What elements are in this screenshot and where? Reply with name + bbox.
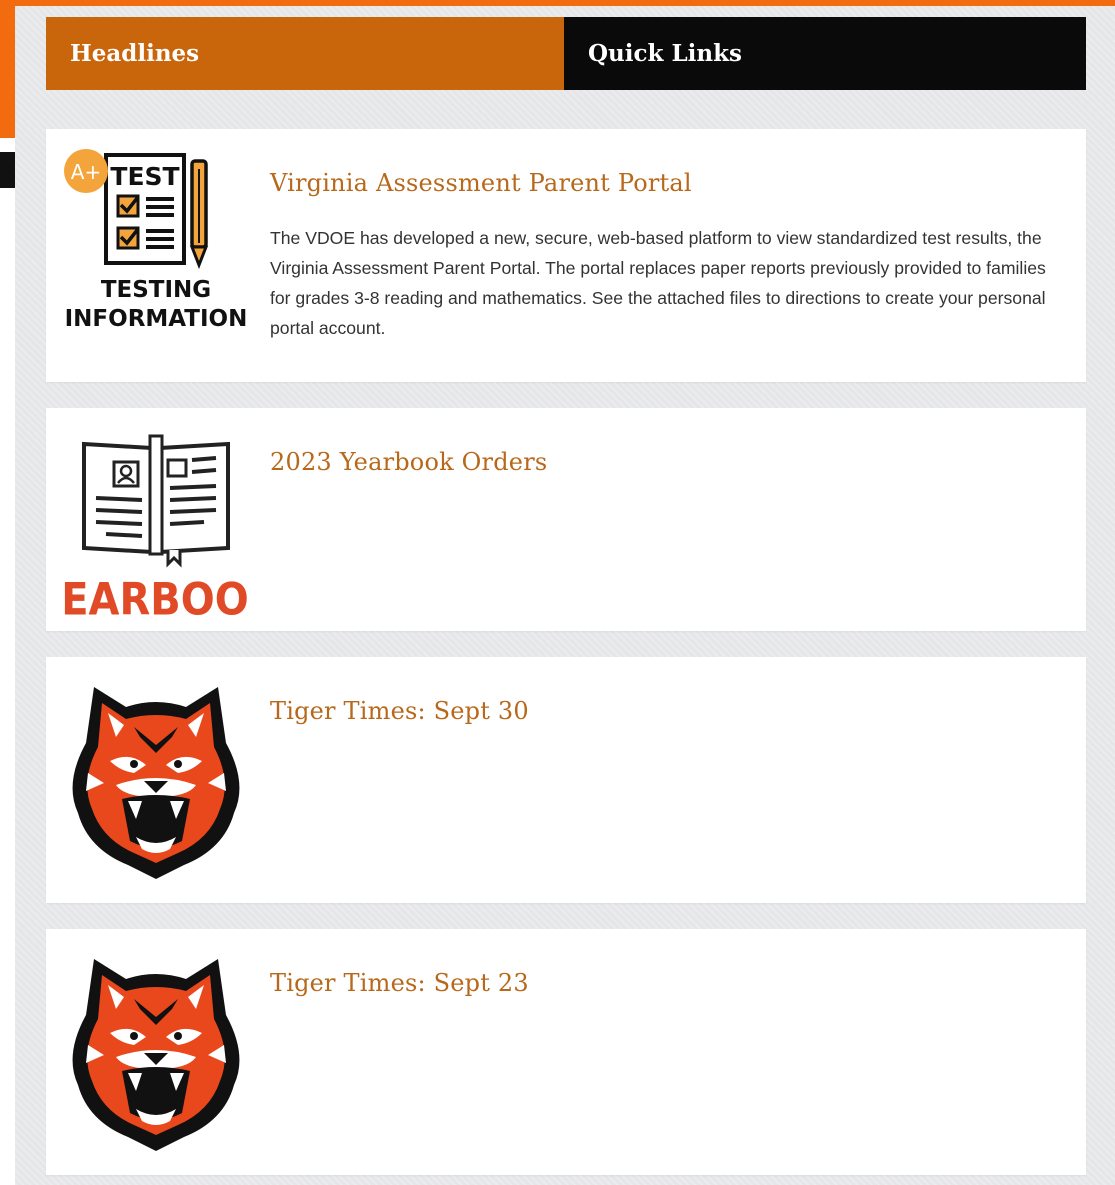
tiger-mascot-icon	[72, 959, 240, 1151]
news-card: YEARBOOK 2023 Yearbook Orders	[46, 408, 1086, 631]
tiger-mascot-icon	[72, 687, 240, 879]
tab-headlines[interactable]: Headlines	[46, 17, 564, 90]
left-edge-black	[0, 152, 15, 188]
news-card: TEST A+ TESTING INFORMATION Virginia Ass…	[46, 129, 1086, 382]
yearbook-icon: YEARBOOK	[64, 434, 248, 626]
news-card: Tiger Times: Sept 30	[46, 657, 1086, 903]
svg-text:A+: A+	[71, 160, 101, 184]
news-card: Tiger Times: Sept 23	[46, 929, 1086, 1175]
article-title-link[interactable]: Tiger Times: Sept 30	[270, 697, 529, 725]
article-summary: The VDOE has developed a new, secure, we…	[270, 228, 1046, 338]
article-title-link[interactable]: Virginia Assessment Parent Portal	[270, 169, 692, 197]
svg-text:INFORMATION: INFORMATION	[65, 306, 248, 332]
left-edge-orange	[0, 0, 15, 138]
tab-bar: Headlines Quick Links	[46, 17, 1086, 90]
article-title-link[interactable]: Tiger Times: Sept 23	[270, 969, 529, 997]
testing-information-icon: TEST A+ TESTING INFORMATION	[64, 149, 248, 332]
svg-text:TESTING: TESTING	[101, 277, 211, 303]
svg-text:YEARBOOK: YEARBOOK	[64, 574, 248, 626]
svg-text:TEST: TEST	[110, 162, 179, 191]
headlines-panel: Headlines Quick Links TEST A+ TESTING IN…	[15, 6, 1115, 1185]
tab-quick-links[interactable]: Quick Links	[564, 17, 1086, 90]
article-title-link[interactable]: 2023 Yearbook Orders	[270, 448, 547, 476]
